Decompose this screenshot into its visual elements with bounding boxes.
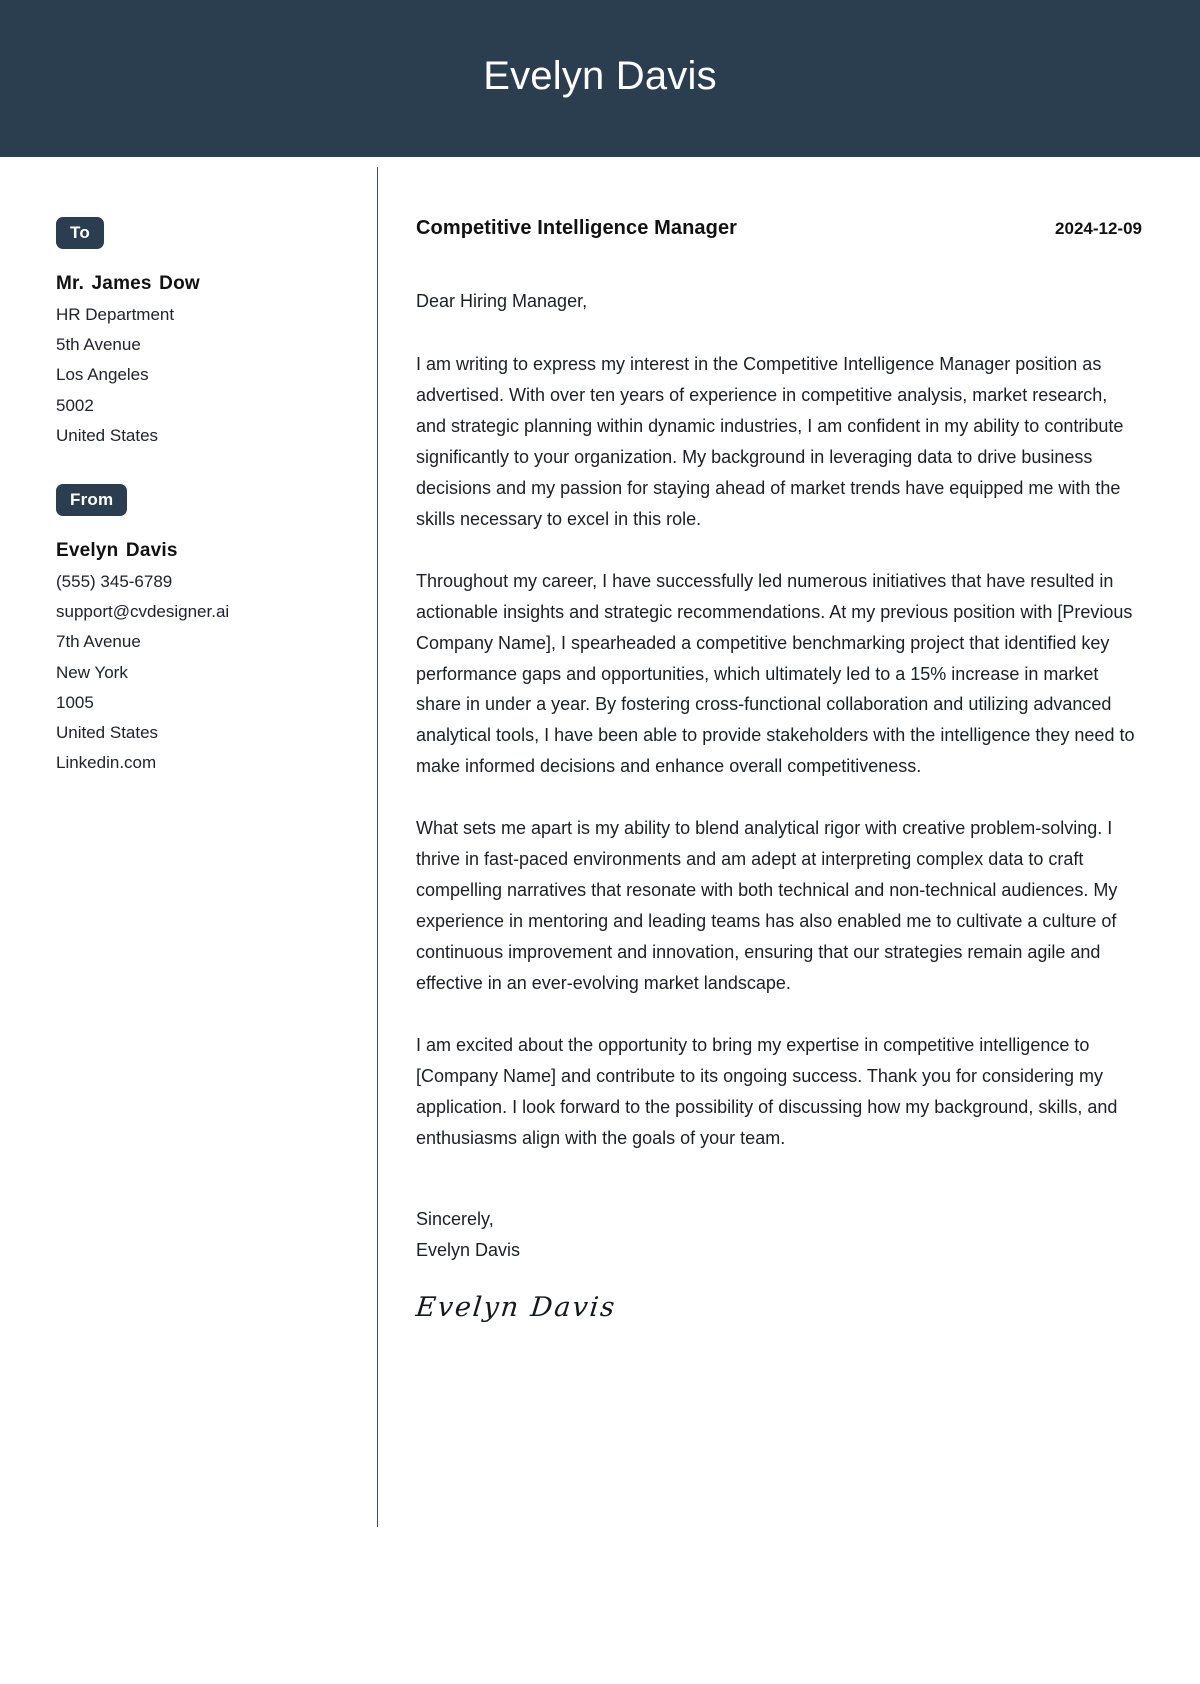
contact-sidebar: To Mr. James Dow HR Department 5th Avenu… [0, 157, 377, 779]
letter-paragraph: I am excited about the opportunity to br… [416, 1035, 1118, 1148]
closing-name: Evelyn Davis [416, 1239, 521, 1260]
recipient-name: Mr. James Dow [56, 273, 200, 294]
sender-linkedin: Linkedin.com [56, 753, 157, 773]
to-address-line: United States [56, 425, 159, 445]
letter-closing: Sincerely, Evelyn Davis [416, 1204, 1142, 1266]
letter-date: 2024-12-09 [1055, 219, 1142, 238]
letter-paragraph: Throughout my career, I have successfull… [416, 570, 1135, 777]
from-address-line: 1005 [56, 692, 94, 712]
header-full-name: Evelyn Davis [483, 53, 717, 98]
cover-letter-page: Evelyn Davis To Mr. James Dow HR Departm… [0, 0, 1200, 1684]
to-address-line: HR Department [56, 304, 175, 324]
to-address-line: 5th Avenue [56, 335, 141, 355]
from-address-block: Evelyn Davis (555) 345-6789 support@cvde… [56, 536, 377, 779]
sender-email: support@cvdesigner.ai [56, 602, 230, 622]
letter-paragraph: I am writing to express my interest in t… [416, 353, 1124, 529]
sender-name: Evelyn Davis [56, 540, 178, 562]
document-header: Evelyn Davis [0, 0, 1200, 157]
salutation: Dear Hiring Manager, [416, 291, 588, 311]
to-badge: To [56, 217, 104, 249]
to-address-block: Mr. James Dow HR Department 5th Avenue L… [56, 269, 377, 451]
sender-phone: (555) 345-6789 [56, 571, 173, 591]
signature-script: Evelyn Davis [414, 1291, 618, 1323]
from-address-line: 7th Avenue [56, 632, 141, 652]
letter-content: Competitive Intelligence Manager 2024-12… [378, 157, 1200, 1323]
from-section: From Evelyn Davis (555) 345-6789 support… [56, 484, 377, 779]
to-section: To Mr. James Dow HR Department 5th Avenu… [56, 217, 377, 451]
from-address-line: United States [56, 723, 159, 743]
letter-paragraph: What sets me apart is my ability to blen… [416, 818, 1118, 994]
from-badge: From [56, 484, 128, 517]
to-address-line: 5002 [56, 395, 94, 415]
job-title: Competitive Intelligence Manager [416, 217, 738, 239]
to-address-line: Los Angeles [56, 365, 149, 385]
from-address-line: New York [56, 662, 128, 682]
closing-word: Sincerely, [416, 1208, 494, 1229]
document-body: To Mr. James Dow HR Department 5th Avenu… [0, 157, 1200, 1527]
letter-title-row: Competitive Intelligence Manager 2024-12… [416, 217, 1142, 240]
